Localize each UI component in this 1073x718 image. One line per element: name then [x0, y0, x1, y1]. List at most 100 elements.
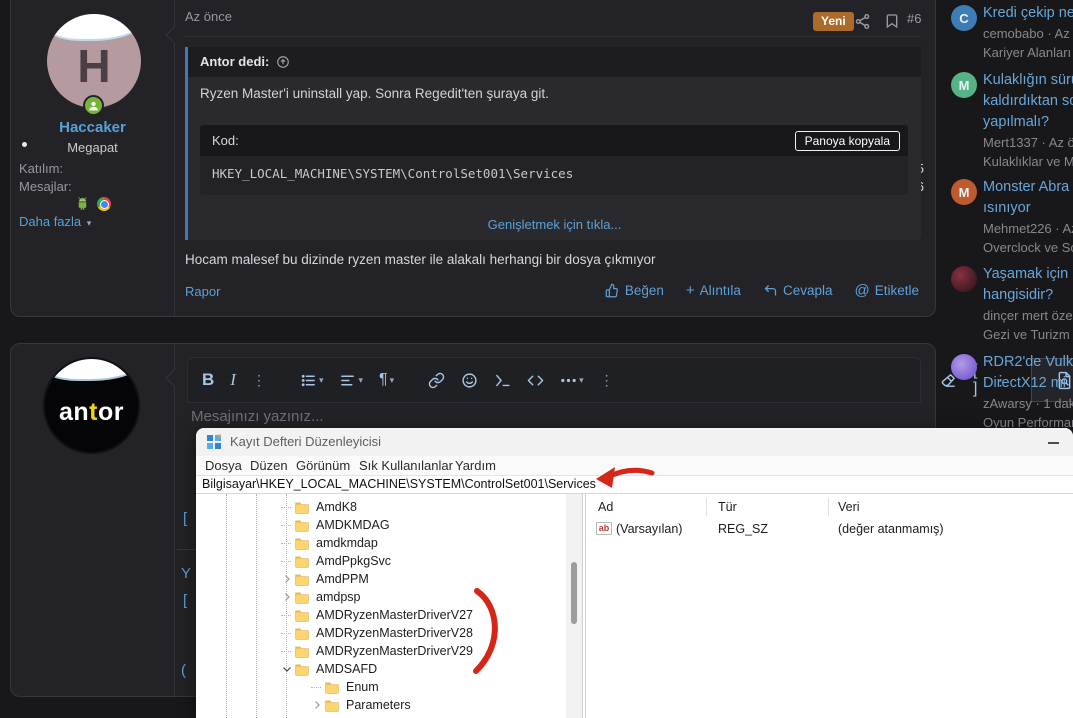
expand-quote-link[interactable]: Genişletmek için tıkla... [188, 217, 921, 232]
column-header-name[interactable]: Ad [598, 500, 613, 514]
arrow-up-circle-icon[interactable] [276, 55, 290, 69]
code-block-button[interactable] [527, 372, 544, 389]
registry-value-row[interactable]: ab (Varsayılan) REG_SZ (değer atanmamış) [587, 521, 1073, 539]
registry-editor-window[interactable]: Kayıt Defteri Düzenleyicisi Dosya Düzen Gö… [196, 428, 1073, 718]
column-header-data[interactable]: Veri [838, 500, 860, 514]
sidebar-topic-item[interactable]: Yaşamak için u hangisidir? dinçer mert öze… [945, 264, 1073, 344]
topic-avatar[interactable] [951, 266, 977, 292]
topic-title-line[interactable]: kaldırdıktan so [983, 91, 1073, 112]
tree-node-label[interactable]: Parameters [346, 698, 411, 712]
menu-dosya[interactable]: Dosya [205, 456, 242, 475]
tree-node[interactable]: AMDRyzenMasterDriverV27 [280, 606, 473, 624]
pane-splitter[interactable] [582, 494, 583, 718]
align-button[interactable]: ▾ [339, 372, 363, 389]
topic-title-line[interactable]: ısınıyor [983, 198, 1073, 219]
inline-code-button[interactable] [494, 372, 511, 389]
bold-button[interactable]: B [202, 370, 214, 390]
sidebar-topic-item[interactable]: RDR2'de Vulka DirectX12 mi zAwarsy · 1 dak… [945, 352, 1073, 428]
tree-node[interactable]: Enum [310, 678, 379, 696]
topic-title-line[interactable]: Yaşamak için u [983, 264, 1073, 285]
avatar[interactable]: H [47, 14, 141, 108]
post-number[interactable]: #6 [907, 11, 921, 26]
tree-node[interactable]: AmdPpkgSvc [280, 552, 391, 570]
topic-category[interactable]: Gezi ve Turizm [983, 325, 1073, 344]
tree-node-label[interactable]: amdpsp [316, 590, 360, 604]
topic-title-line[interactable]: yapılmalı? [983, 112, 1073, 133]
quote-button[interactable]: + Alıntıla [686, 283, 741, 298]
menu-düzen[interactable]: Düzen [250, 456, 288, 475]
chevron-right-icon[interactable] [310, 698, 324, 712]
tree-node-label[interactable]: amdkmdap [316, 536, 378, 550]
topic-title-line[interactable]: DirectX12 mi [983, 373, 1073, 394]
insert-link-button[interactable] [428, 372, 445, 389]
chevron-right-icon[interactable] [280, 572, 294, 586]
column-header-type[interactable]: Tür [718, 500, 737, 514]
tree-node-label[interactable]: AmdK8 [316, 500, 357, 514]
insert-menu-button[interactable]: ⋮ [600, 372, 614, 389]
topic-title-line[interactable]: hangisidir? [983, 285, 1073, 306]
tree-node[interactable]: Parameters [310, 696, 411, 714]
tree-node-label[interactable]: AmdPPM [316, 572, 369, 586]
chevron-down-icon[interactable] [280, 662, 294, 676]
tree-node-label[interactable]: AMDRyzenMasterDriverV28 [316, 626, 473, 640]
topic-title-line[interactable]: Kulaklığın sürü [983, 70, 1073, 91]
tree-node[interactable]: AMDKMDAG [280, 516, 390, 534]
menu-görünüm[interactable]: Görünüm [296, 456, 350, 475]
sidebar-topic-item[interactable]: M Monster Abra ısınıyor Mehmet226 · Az Overc… [945, 177, 1073, 257]
quote-header[interactable]: Antor dedi: [188, 47, 921, 77]
reply-button[interactable]: Cevapla [763, 283, 832, 298]
bookmark-icon[interactable] [884, 13, 900, 34]
tree-node[interactable] [280, 714, 316, 718]
tree-scrollbar[interactable] [566, 494, 582, 718]
like-button[interactable]: Beğen [605, 283, 664, 298]
tree-node[interactable]: AmdPPM [280, 570, 369, 588]
topic-avatar[interactable]: C [951, 5, 977, 31]
tag-button[interactable]: @ Etiketle [854, 283, 919, 298]
message-input-placeholder[interactable]: Mesajınızı yazınız... [191, 408, 324, 425]
tree-node[interactable]: AMDRyzenMasterDriverV29 [280, 642, 473, 660]
tree-node[interactable]: AmdK8 [280, 498, 357, 516]
topic-title-line[interactable]: RDR2'de Vulka [983, 352, 1073, 373]
code-content[interactable]: HKEY_LOCAL_MACHINE\SYSTEM\ControlSet001\… [200, 156, 908, 195]
text-format-menu-button[interactable]: ⋮ [252, 372, 266, 389]
italic-button[interactable]: I [230, 370, 236, 390]
current-user-avatar[interactable]: antor [43, 357, 140, 454]
topic-category[interactable]: Kulaklıklar ve M [983, 152, 1073, 171]
topic-title-line[interactable]: Kredi çekip ne [983, 3, 1073, 24]
report-link[interactable]: Rapor [185, 284, 220, 299]
tree-node-label[interactable]: AMDKMDAG [316, 518, 390, 532]
topic-avatar[interactable]: M [951, 72, 977, 98]
share-icon[interactable] [854, 13, 871, 35]
paragraph-format-button[interactable]: ¶ ▾ [379, 371, 394, 389]
topic-title-line[interactable]: Monster Abra [983, 177, 1073, 198]
column-separator[interactable] [706, 498, 707, 516]
scrollbar-thumb[interactable] [571, 562, 577, 624]
list-button[interactable]: ▾ [300, 372, 323, 389]
tree-node-label[interactable]: Enum [346, 680, 379, 694]
tree-node[interactable]: AMDRyzenMasterDriverV28 [280, 624, 473, 642]
copy-to-clipboard-button[interactable]: Panoya kopyala [794, 130, 900, 151]
topic-category[interactable]: Kariyer Alanları [983, 43, 1073, 62]
menu-sık-kullanılanlar[interactable]: Sık Kullanılanlar [359, 456, 453, 475]
menu-yardım[interactable]: Yardım [455, 456, 496, 475]
post-timestamp[interactable]: Az önce [185, 9, 232, 24]
more-options-button[interactable]: ▾ [560, 372, 584, 389]
topic-avatar[interactable]: M [951, 179, 977, 205]
topic-avatar[interactable] [951, 354, 977, 380]
tree-node[interactable]: amdpsp [280, 588, 360, 606]
sidebar-topic-item[interactable]: M Kulaklığın sürü kaldırdıktan so yapılmalı… [945, 70, 1073, 171]
author-name[interactable]: Haccaker [11, 119, 174, 136]
tree-node-label[interactable]: AmdPpkgSvc [316, 554, 391, 568]
window-titlebar[interactable]: Kayıt Defteri Düzenleyicisi [196, 428, 1073, 456]
emoji-button[interactable] [461, 372, 478, 389]
tree-node[interactable]: amdkmdap [280, 534, 378, 552]
minimize-icon[interactable] [1048, 442, 1059, 444]
column-separator[interactable] [828, 498, 829, 516]
tree-node-label[interactable]: AMDRyzenMasterDriverV27 [316, 608, 473, 622]
tree-node-label[interactable]: AMDSAFD [316, 662, 377, 676]
tree-node[interactable]: AMDSAFD [280, 660, 377, 678]
chevron-right-icon[interactable] [280, 590, 294, 604]
sidebar-topic-item[interactable]: C Kredi çekip ne cemobabo · Az ö Kariyer Al… [945, 3, 1073, 62]
address-bar[interactable]: Bilgisayar\HKEY_LOCAL_MACHINE\SYSTEM\Con… [196, 475, 1073, 494]
more-info-link[interactable]: Daha fazla ▾ [19, 214, 91, 229]
